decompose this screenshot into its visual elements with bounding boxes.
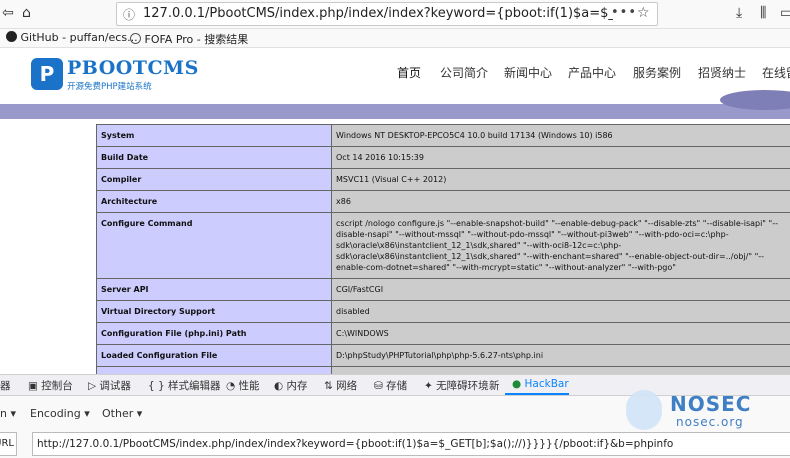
- tab-label: 性能: [239, 380, 260, 392]
- nosec-watermark: NOSEC nosec.org: [626, 390, 776, 436]
- bookmark-label: GitHub - puffan/ecs...: [21, 31, 138, 44]
- phpinfo-value: MSVC11 (Visual C++ 2012): [332, 169, 790, 191]
- phpinfo-row: CompilerMSVC11 (Visual C++ 2012): [97, 169, 790, 191]
- network-icon: ⇅: [324, 380, 333, 392]
- phpinfo-row: Loaded Configuration FileD:\phpStudy\PHP…: [97, 345, 790, 367]
- tab-debugger[interactable]: ▷ 调试器: [88, 378, 131, 393]
- phpinfo-key: Compiler: [97, 169, 332, 191]
- tab-memory[interactable]: ◐ 内存: [274, 378, 308, 393]
- nav-about[interactable]: 公司简介: [440, 64, 488, 81]
- site-header: P PBOOTCMS 开源免费PHP建站系统 首页 公司简介 新闻中心 产品中心…: [0, 48, 790, 100]
- hackbar-icon: ●: [512, 378, 521, 390]
- info-icon[interactable]: ⓘ: [123, 6, 135, 23]
- phpinfo-value: CGI/FastCGI: [332, 279, 790, 301]
- hackbar-menu-encoding[interactable]: Encoding ▾: [30, 407, 90, 420]
- tab-hackbar[interactable]: ● HackBar: [512, 378, 569, 390]
- library-icon[interactable]: ⫼: [760, 4, 766, 22]
- accessibility-icon: ✦: [424, 380, 433, 392]
- bookmarks-bar: GitHub - puffan/ecs... FOFA Pro - 搜索结果: [0, 29, 790, 48]
- logo-subtitle: 开源免费PHP建站系统: [67, 80, 152, 92]
- style-editor-icon: { }: [148, 380, 165, 392]
- console-icon: ▣: [28, 380, 38, 392]
- bookmark-star-icon[interactable]: ☆: [637, 5, 650, 21]
- nav-home[interactable]: 首页: [397, 64, 421, 81]
- phpinfo-row: Virtual Directory Supportdisabled: [97, 301, 790, 323]
- bookmark-github[interactable]: GitHub - puffan/ecs...: [6, 31, 138, 44]
- tab-label: 调试器: [99, 380, 131, 392]
- bookmark-label: FOFA Pro - 搜索结果: [145, 33, 249, 46]
- bookmark-fofa[interactable]: FOFA Pro - 搜索结果: [130, 31, 248, 47]
- phpinfo-value: Oct 14 2016 10:15:39: [332, 147, 790, 169]
- tab-accessibility[interactable]: ✦ 无障碍环境: [424, 378, 489, 393]
- phpinfo-header-strip: [0, 100, 790, 119]
- phpinfo-row: Server APICGI/FastCGI: [97, 279, 790, 301]
- nav-cases[interactable]: 服务案例: [633, 64, 681, 81]
- phpinfo-row: Configuration File (php.ini) PathC:\WIND…: [97, 323, 790, 345]
- watermark-sub: nosec.org: [676, 415, 744, 429]
- phpinfo-key: Configuration File (php.ini) Path: [97, 323, 332, 345]
- hackbar-menu-first[interactable]: n ▾: [0, 407, 16, 420]
- phpinfo-row: Architecturex86: [97, 191, 790, 213]
- tab-label: HackBar: [525, 378, 569, 390]
- watermark-title: NOSEC: [670, 392, 751, 416]
- tab-label: 无障碍环境: [436, 380, 489, 392]
- phpinfo-key: Virtual Directory Support: [97, 301, 332, 323]
- tab-network[interactable]: ⇅ 网络: [324, 378, 357, 393]
- debugger-icon: ▷: [88, 380, 96, 392]
- address-bar[interactable]: ⓘ 127.0.0.1/PbootCMS/index.php/index/ind…: [116, 2, 658, 26]
- phpinfo-value: D:\phpStudy\PHPTutorial\php\php-5.6.27-n…: [332, 345, 790, 367]
- tab-label: 内存: [287, 380, 308, 392]
- phpinfo-value: C:\WINDOWS: [332, 323, 790, 345]
- hackbar-menu-other[interactable]: Other ▾: [102, 407, 142, 420]
- phpinfo-row: Build DateOct 14 2016 10:15:39: [97, 147, 790, 169]
- nav-jobs[interactable]: 招贤纳士: [698, 64, 746, 81]
- tab-performance[interactable]: ◔ 性能: [226, 378, 260, 393]
- logo-p-icon: P: [31, 58, 63, 90]
- phpinfo-table: SystemWindows NT DESKTOP-EPCO5C4 10.0 bu…: [96, 124, 790, 411]
- tab-console[interactable]: ▣ 控制台: [28, 378, 73, 393]
- memory-icon: ◐: [274, 380, 283, 392]
- phpinfo-value: cscript /nologo configure.js "--enable-s…: [332, 213, 790, 279]
- phpinfo-key: Configure Command: [97, 213, 332, 279]
- back-icon[interactable]: ⇦: [2, 4, 14, 22]
- phpinfo-key: Loaded Configuration File: [97, 345, 332, 367]
- active-tab-indicator: [505, 393, 569, 395]
- tab-new-badge: 新: [489, 378, 500, 393]
- logo-title[interactable]: PBOOTCMS: [67, 57, 199, 79]
- tab-inspector[interactable]: 器: [0, 378, 11, 393]
- tab-label: 样式编辑器: [168, 380, 221, 392]
- github-icon: [6, 31, 17, 42]
- phpinfo-value: x86: [332, 191, 790, 213]
- phpinfo-key: System: [97, 125, 332, 147]
- tab-label: 控制台: [41, 380, 73, 392]
- tab-storage[interactable]: ⛁ 存储: [374, 378, 407, 393]
- nosec-shield-icon: [626, 390, 662, 430]
- download-icon[interactable]: ⤓: [736, 4, 742, 22]
- home-icon[interactable]: ⌂: [22, 4, 31, 22]
- hackbar-url-button[interactable]: URL: [0, 432, 17, 456]
- nav-news[interactable]: 新闻中心: [504, 64, 552, 81]
- phpinfo-value: Windows NT DESKTOP-EPCO5C4 10.0 build 17…: [332, 125, 790, 147]
- phpinfo-key: Server API: [97, 279, 332, 301]
- tab-label: 存储: [386, 380, 407, 392]
- tab-style-editor[interactable]: { } 样式编辑器: [148, 378, 221, 393]
- browser-toolbar: ⇦ ⌂ ⓘ 127.0.0.1/PbootCMS/index.php/index…: [0, 0, 790, 29]
- phpinfo-key: Build Date: [97, 147, 332, 169]
- nav-contact[interactable]: 在线留: [762, 64, 790, 81]
- tab-label: 网络: [336, 380, 357, 392]
- performance-icon: ◔: [226, 380, 235, 392]
- page-actions-button[interactable]: •••: [611, 5, 637, 20]
- phpinfo-row: SystemWindows NT DESKTOP-EPCO5C4 10.0 bu…: [97, 125, 790, 147]
- storage-icon: ⛁: [374, 380, 383, 392]
- sidebar-icon[interactable]: ▭: [780, 4, 790, 22]
- phpinfo-value: disabled: [332, 301, 790, 323]
- tab-label: 器: [0, 380, 11, 392]
- nav-products[interactable]: 产品中心: [568, 64, 616, 81]
- fofa-icon: [130, 33, 141, 44]
- address-url[interactable]: 127.0.0.1/PbootCMS/index.php/index/index…: [143, 6, 613, 21]
- phpinfo-key: Architecture: [97, 191, 332, 213]
- phpinfo-row: Configure Commandcscript /nologo configu…: [97, 213, 790, 279]
